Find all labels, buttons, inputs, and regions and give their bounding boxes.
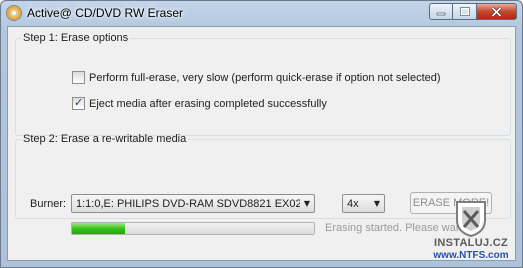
minimize-icon [436, 12, 446, 15]
window-title: Active@ CD/DVD RW Eraser [27, 6, 183, 20]
speed-value: 4x [347, 197, 359, 210]
full-erase-label: Perform full-erase, very slow (perform q… [89, 71, 441, 84]
close-button[interactable] [477, 3, 517, 20]
burner-label: Burner: [30, 198, 67, 210]
chevron-down-icon: ▼ [373, 199, 381, 208]
full-erase-option[interactable]: Perform full-erase, very slow (perform q… [72, 71, 441, 84]
watermark-url[interactable]: www.NTFS.com [425, 250, 517, 261]
chevron-down-icon: ▼ [303, 199, 311, 208]
progress-fill [72, 223, 126, 234]
minimize-button[interactable] [429, 3, 453, 20]
burner-select[interactable]: 1:1:0,E: PHILIPS DVD-RAM SDVD8821 EX02 ▼ [71, 194, 315, 213]
caption-buttons [429, 3, 517, 20]
cd-disc-icon [6, 5, 22, 21]
speed-select[interactable]: 4x ▼ [342, 194, 385, 213]
eject-media-checkbox[interactable] [72, 96, 85, 110]
erase-options-group: Step 1: Erase options Perform full-erase… [15, 32, 511, 136]
eject-media-label: Eject media after erasing completed succ… [89, 97, 327, 110]
step1-title: Step 1: Erase options [23, 32, 129, 44]
watermark-site-name: INSTALUJ.CZ [434, 237, 508, 249]
maximize-icon [459, 7, 470, 16]
watermark: INSTALUJ.CZ www.NTFS.com [425, 198, 517, 262]
close-icon [491, 6, 502, 17]
erase-progress-bar [71, 222, 315, 235]
eject-media-option[interactable]: Eject media after erasing completed succ… [72, 96, 327, 110]
step2-title: Step 2: Erase a re-writable media [23, 133, 187, 145]
maximize-button[interactable] [453, 3, 477, 20]
burner-value: 1:1:0,E: PHILIPS DVD-RAM SDVD8821 EX02 [76, 197, 300, 210]
full-erase-checkbox[interactable] [72, 71, 85, 84]
crest-logo-icon [456, 201, 486, 238]
title-bar[interactable]: Active@ CD/DVD RW Eraser [1, 1, 522, 25]
